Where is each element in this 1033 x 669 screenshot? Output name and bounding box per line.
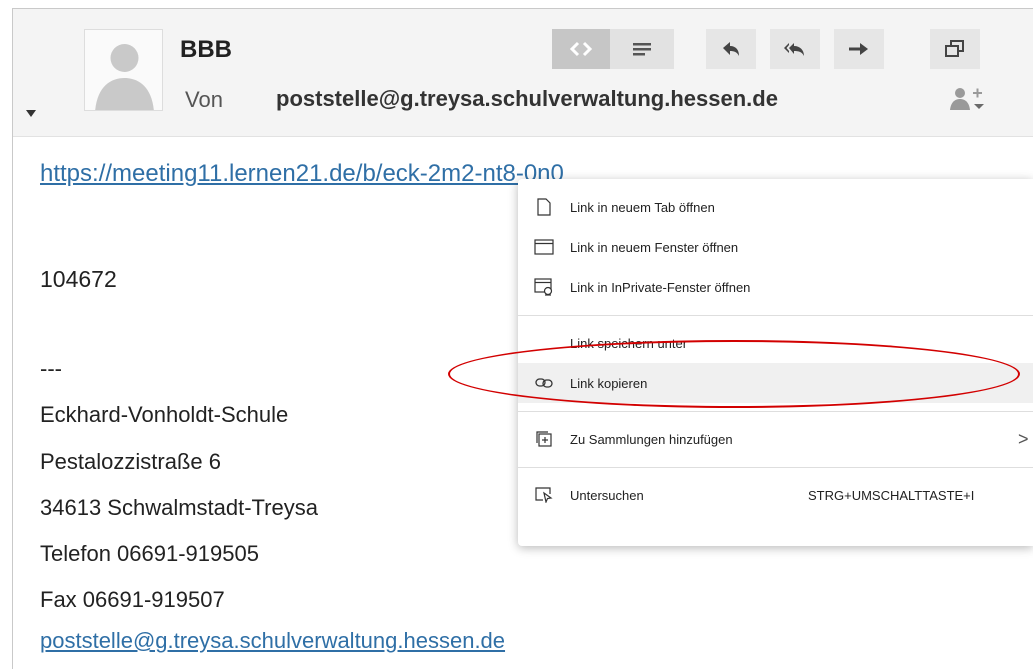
menu-item-label: Zu Sammlungen hinzufügen — [570, 431, 733, 447]
menu-item-open-new-tab[interactable]: Link in neuem Tab öffnen — [518, 187, 1033, 227]
signature-line: Eckhard-Vonholdt-Schule — [40, 402, 289, 427]
context-menu: Link in neuem Tab öffnen Link in neuem F… — [518, 179, 1033, 546]
new-window-icon — [534, 237, 554, 257]
text-view-button[interactable] — [610, 29, 674, 69]
toolbar-divider — [820, 29, 822, 69]
from-label: Von — [185, 87, 223, 112]
forward-button[interactable] — [834, 29, 884, 69]
signature-separator: --- — [40, 356, 62, 381]
html-view-button[interactable] — [552, 29, 610, 69]
add-contact-icon[interactable] — [948, 84, 988, 114]
signature-line: Fax 06691-919507 — [40, 587, 225, 612]
menu-item-label: Link in neuem Fenster öffnen — [570, 239, 739, 255]
avatar — [84, 29, 163, 111]
menu-item-copy-link[interactable]: Link kopieren — [518, 363, 1033, 403]
new-window-button[interactable] — [930, 29, 980, 69]
forward-icon — [847, 40, 871, 58]
collections-icon — [534, 429, 554, 449]
menu-item-label: Link speichern unter — [570, 335, 688, 351]
menu-separator — [518, 467, 1033, 468]
meeting-code: 104672 — [40, 266, 117, 292]
new-tab-icon — [534, 197, 554, 217]
toolbar-divider — [884, 29, 886, 69]
expand-header-icon[interactable] — [26, 110, 36, 117]
menu-separator — [518, 411, 1033, 412]
menu-item-open-new-window[interactable]: Link in neuem Fenster öffnen — [518, 227, 1033, 267]
signature-line: 34613 Schwalmstadt-Treysa — [40, 495, 318, 520]
reply-button[interactable] — [706, 29, 756, 69]
menu-separator — [518, 315, 1033, 316]
menu-item-open-inprivate[interactable]: Link in InPrivate-Fenster öffnen — [518, 267, 1033, 307]
menu-item-save-link[interactable]: Link speichern unter — [518, 323, 1033, 363]
menu-item-inspect[interactable]: Untersuchen STRG+UMSCHALTTASTE+I — [518, 475, 1033, 515]
submenu-chevron-icon: > — [1018, 428, 1029, 449]
reply-all-icon — [782, 39, 808, 59]
signature-email-link[interactable]: poststelle@g.treysa.schulverwaltung.hess… — [40, 628, 505, 654]
reply-all-button[interactable] — [770, 29, 820, 69]
inprivate-icon — [534, 277, 554, 297]
inspect-icon — [534, 485, 554, 505]
menu-item-label: Untersuchen — [570, 487, 644, 503]
meeting-link[interactable]: https://meeting11.lernen21.de/b/eck-2m2-… — [40, 160, 564, 188]
from-address[interactable]: poststelle@g.treysa.schulverwaltung.hess… — [276, 86, 778, 112]
reply-icon — [720, 39, 742, 59]
toolbar-divider — [756, 29, 758, 69]
signature-line: Pestalozzistraße 6 — [40, 449, 221, 474]
menu-item-shortcut: STRG+UMSCHALTTASTE+I — [808, 487, 975, 503]
menu-item-label: Link in neuem Tab öffnen — [570, 199, 715, 215]
signature-line: Telefon 06691-919505 — [40, 541, 259, 566]
text-view-icon — [631, 40, 653, 58]
new-window-icon — [944, 39, 966, 59]
menu-item-label: Link kopieren — [570, 375, 648, 391]
link-icon — [534, 373, 554, 393]
message-subject: BBB — [180, 36, 232, 63]
html-view-icon — [569, 40, 593, 58]
menu-item-add-to-collections[interactable]: Zu Sammlungen hinzufügen > — [518, 419, 1033, 459]
menu-item-label: Link in InPrivate-Fenster öffnen — [570, 279, 751, 295]
